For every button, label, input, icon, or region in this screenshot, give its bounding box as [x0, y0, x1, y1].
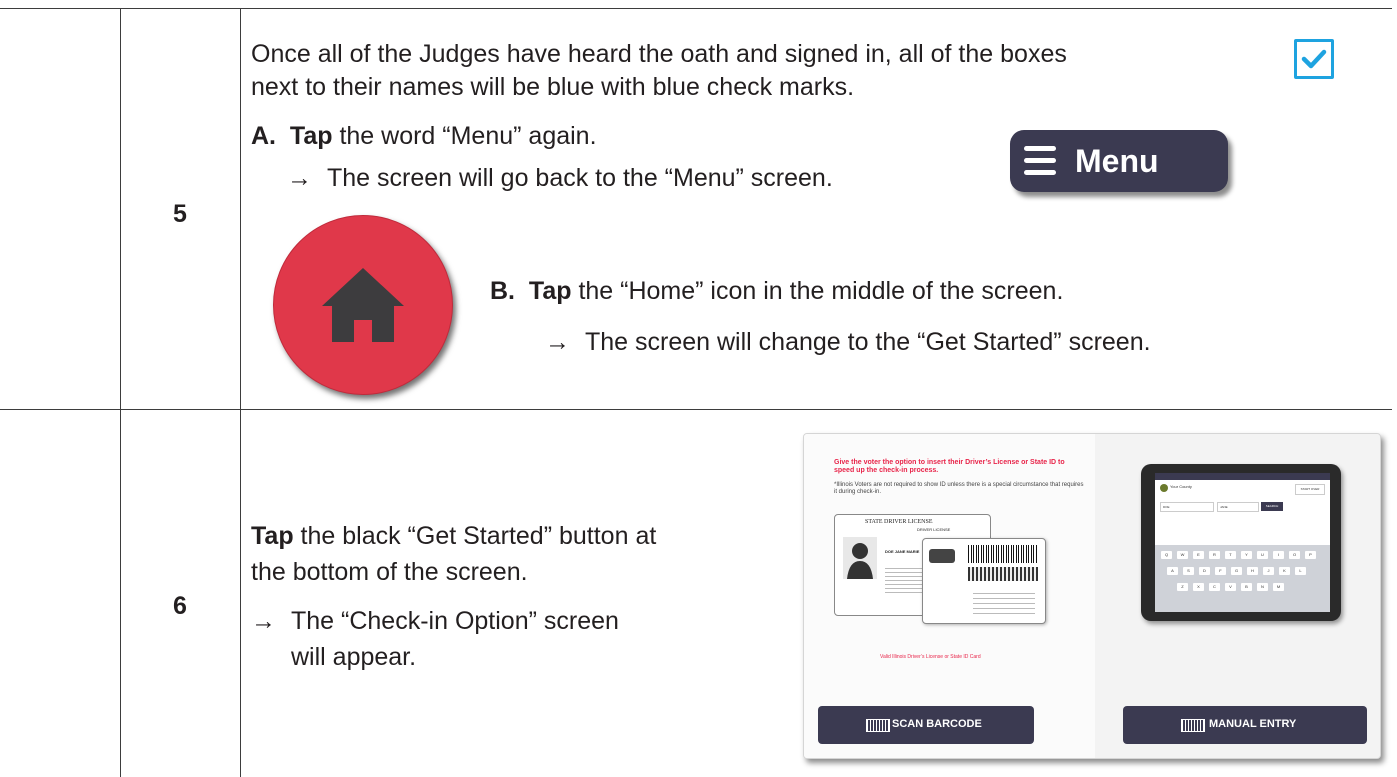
keyboard-key: X	[1193, 583, 1204, 591]
keyboard-key: V	[1225, 583, 1236, 591]
keyboard-key: N	[1257, 583, 1268, 591]
county-seal-icon	[1160, 484, 1168, 492]
keyboard-key: J	[1263, 567, 1274, 575]
keyboard-key: A	[1167, 567, 1178, 575]
item-a-result-text: The screen will go back to the “Menu” sc…	[327, 164, 833, 192]
table-col-rule-left	[120, 8, 121, 777]
checkbox-checked-icon	[1294, 39, 1334, 79]
keyboard-key: M	[1273, 583, 1284, 591]
keyboard-key: K	[1279, 567, 1290, 575]
screenshot-note: *Illinois Voters are not required to sho…	[834, 482, 1084, 495]
manual-entry-panel: Your County START OVER DOE JANE SEARCH Q…	[1095, 434, 1380, 758]
license-photo	[843, 537, 877, 579]
license-title: STATE DRIVER LICENSE	[865, 519, 933, 525]
keyboard-key: F	[1215, 567, 1226, 575]
ipad-start-over: START OVER	[1295, 484, 1325, 495]
step5-item-a-result: → The screen will go back to the “Menu” s…	[287, 162, 833, 194]
item-a-action: Tap	[289, 122, 333, 150]
home-icon	[322, 268, 404, 342]
ipad-status-bar	[1155, 473, 1330, 480]
manual-entry-label: MANUAL ENTRY	[1209, 718, 1297, 730]
ipad-search: SEARCH	[1261, 502, 1283, 511]
keyboard-icon	[1181, 719, 1205, 732]
keyboard-key: Y	[1241, 551, 1252, 559]
check-in-option-screenshot: Give the voter the option to insert thei…	[803, 433, 1381, 759]
ipad-county: Your County	[1170, 484, 1192, 489]
keyboard-key: G	[1231, 567, 1242, 575]
scan-barcode-label: SCAN BARCODE	[892, 718, 982, 730]
license-back-card	[922, 538, 1046, 624]
step5-item-b-result: → The screen will change to the “Get Star…	[545, 326, 1151, 358]
license-subtitle: DRIVER LICENSE	[917, 527, 951, 532]
step-number-6: 6	[173, 592, 187, 620]
ipad-image: Your County START OVER DOE JANE SEARCH Q…	[1141, 464, 1341, 621]
keyboard-key: Q	[1161, 551, 1172, 559]
item-b-marker: B.	[490, 277, 515, 305]
arrow-icon: →	[251, 607, 276, 635]
arrow-icon: →	[545, 328, 570, 356]
barcode-strip	[968, 567, 1038, 581]
manual-entry-button[interactable]: MANUAL ENTRY	[1123, 706, 1367, 744]
keyboard-key: I	[1273, 551, 1284, 559]
license-back-lines	[973, 589, 1035, 615]
item-a-marker: A.	[251, 122, 276, 150]
keyboard-key: T	[1225, 551, 1236, 559]
keyboard-key: E	[1193, 551, 1204, 559]
keyboard-key: S	[1183, 567, 1194, 575]
id-scan-panel: Give the voter the option to insert thei…	[804, 434, 1095, 758]
keyboard-key: R	[1209, 551, 1220, 559]
license-name: DOE JANE MARIE	[885, 549, 920, 554]
screenshot-headline: Give the voter the option to insert thei…	[834, 459, 1065, 474]
barcode-icon	[866, 719, 890, 732]
item-b-result-text: The screen will change to the “Get Start…	[585, 328, 1151, 356]
step6-result-line1: → The “Check-in Option” screen	[251, 605, 619, 637]
arrow-icon: →	[287, 164, 312, 192]
step5-text-line1: Once all of the Judges have heard the oa…	[251, 40, 1067, 68]
step6-action: Tap	[251, 522, 294, 550]
keyboard-key: P	[1305, 551, 1316, 559]
step6-result-line2: will appear.	[291, 643, 417, 671]
item-a-text: the word “Menu” again.	[332, 122, 597, 150]
step6-instruction-line1: Tap the black “Get Started” button at	[251, 520, 656, 552]
ipad-last-name: DOE	[1160, 502, 1214, 512]
step6-result-text: The “Check-in Option” screen	[291, 607, 619, 635]
table-row-divider	[0, 409, 1392, 410]
ipad-first-name: JANE	[1217, 502, 1259, 512]
step6-instruction-line2: the bottom of the screen.	[251, 558, 528, 586]
home-button[interactable]	[273, 215, 453, 395]
ipad-screen: Your County START OVER DOE JANE SEARCH Q…	[1155, 473, 1330, 612]
item-b-text: the “Home” icon in the middle of the scr…	[571, 277, 1064, 305]
step5-item-a: A. Tap the word “Menu” again.	[251, 120, 597, 152]
step6-text: the black “Get Started” button at	[293, 522, 657, 550]
step5-text-line2: next to their names will be blue with bl…	[251, 73, 855, 101]
keyboard-key: U	[1257, 551, 1268, 559]
scan-barcode-button[interactable]: SCAN BARCODE	[818, 706, 1034, 744]
keyboard-key: O	[1289, 551, 1300, 559]
menu-button[interactable]: Menu	[1010, 130, 1228, 192]
keyboard-key: W	[1177, 551, 1188, 559]
keyboard-key: H	[1247, 567, 1258, 575]
step-number-5: 5	[173, 200, 187, 228]
us-map-icon	[929, 549, 955, 563]
keyboard-key: D	[1199, 567, 1210, 575]
keyboard-key: Z	[1177, 583, 1188, 591]
keyboard-key: L	[1295, 567, 1306, 575]
keyboard-key: B	[1241, 583, 1252, 591]
barcode-icon	[968, 545, 1038, 563]
table-top-rule	[0, 8, 1392, 9]
item-b-action: Tap	[528, 277, 572, 305]
ipad-keyboard: QWERTYUIOP ASDFGHJKL ZXCVBNM	[1155, 545, 1330, 612]
license-caption: Valid Illinois Driver’s License or State…	[880, 654, 981, 660]
menu-button-label: Menu	[1075, 143, 1159, 179]
hamburger-icon	[1024, 146, 1056, 176]
step5-item-b: B. Tap the “Home” icon in the middle of …	[490, 275, 1063, 307]
table-col-rule-right	[240, 8, 241, 777]
keyboard-key: C	[1209, 583, 1220, 591]
